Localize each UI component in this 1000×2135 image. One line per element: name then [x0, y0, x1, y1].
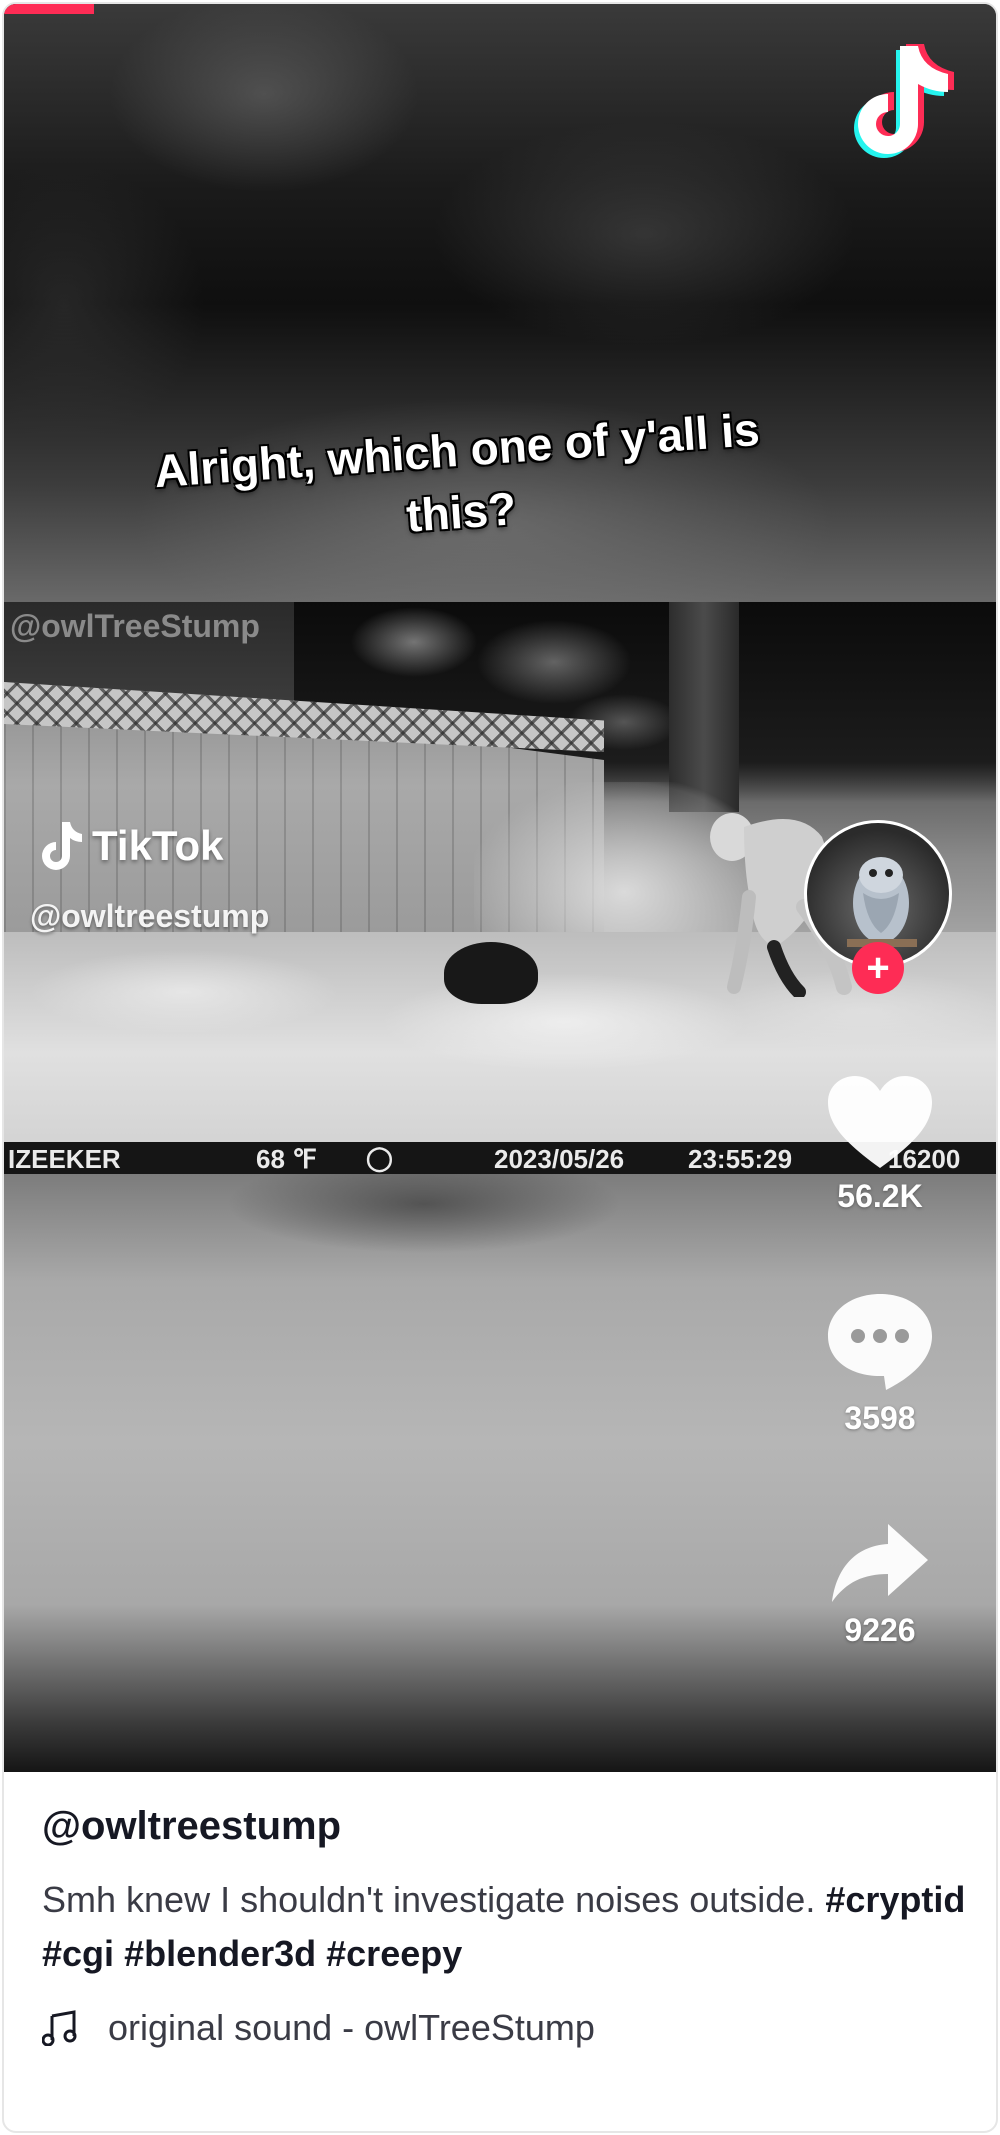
tiktok-logo-icon — [854, 44, 954, 158]
hashtag-cryptid[interactable]: #cryptid — [825, 1879, 965, 1920]
author-handle[interactable]: @owltreestump — [42, 1804, 972, 1849]
like-count: 56.2K — [837, 1178, 923, 1214]
video-player[interactable]: @owlTreeStump TikTok @owltreestump IZEEK… — [4, 4, 996, 1772]
moon-phase-icon: ◯ — [366, 1145, 393, 1172]
comment-count: 3598 — [844, 1400, 916, 1436]
camera-time: 23:55:29 — [688, 1144, 793, 1174]
camera-brand: IZEEKER — [8, 1144, 121, 1174]
share-action[interactable]: 9226 — [810, 1520, 950, 1649]
sound-row[interactable]: original sound - owlTreeStump — [42, 2007, 972, 2049]
post-description: Smh knew I shouldn't investigate noises … — [42, 1873, 972, 1981]
share-icon[interactable] — [828, 1520, 932, 1606]
music-note-icon — [42, 2010, 77, 2046]
heart-icon[interactable] — [824, 1072, 936, 1172]
tree-trunk — [669, 602, 739, 812]
camera-temperature: 68 ℉ — [256, 1144, 317, 1174]
description-text: Smh knew I shouldn't investigate noises … — [42, 1879, 816, 1920]
tiktok-note-icon — [42, 822, 82, 870]
dark-creature — [444, 942, 538, 1004]
comment-action[interactable]: 3598 — [810, 1290, 950, 1437]
sound-name[interactable]: original sound - owlTreeStump — [108, 2007, 595, 2049]
tiktok-watermark-handle: @owltreestump — [30, 898, 270, 934]
video-progress-bar[interactable] — [4, 4, 94, 14]
camera-watermark: @owlTreeStump — [10, 608, 260, 644]
video-blurred-background-bottom — [4, 1174, 996, 1772]
video-card: @owlTreeStump TikTok @owltreestump IZEEK… — [2, 2, 998, 2133]
hashtag-cgi[interactable]: #cgi — [42, 1933, 114, 1974]
comment-icon[interactable] — [824, 1290, 936, 1394]
camera-date: 2023/05/26 — [494, 1144, 625, 1174]
post-info: @owltreestump Smh knew I shouldn't inves… — [42, 1804, 972, 2049]
tiktok-watermark: TikTok — [36, 820, 223, 872]
follow-button[interactable]: + — [852, 942, 904, 994]
like-action[interactable]: 56.2K — [810, 1072, 950, 1215]
share-count: 9226 — [844, 1612, 916, 1648]
tiktok-watermark-text: TikTok — [92, 822, 224, 869]
hashtag-blender3d[interactable]: #blender3d — [124, 1933, 316, 1974]
hashtag-creepy[interactable]: #creepy — [326, 1933, 462, 1974]
